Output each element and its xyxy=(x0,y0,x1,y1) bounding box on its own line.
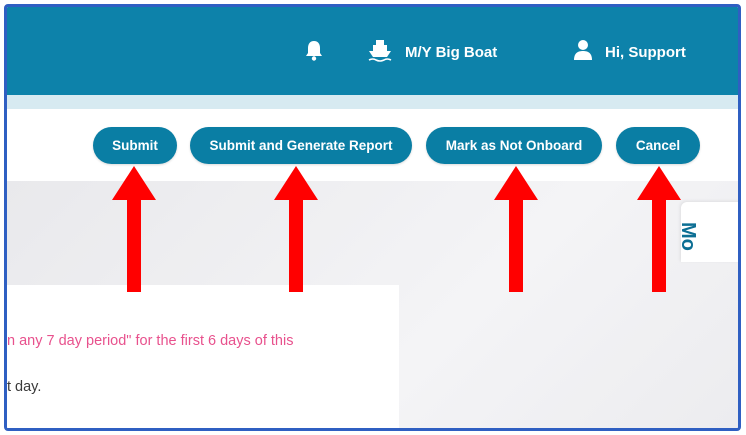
submit-and-generate-report-button[interactable]: Submit and Generate Report xyxy=(190,127,412,164)
annotation-arrow-generate-report xyxy=(274,166,318,292)
vessel-selector[interactable]: M/Y Big Boat xyxy=(367,37,497,67)
bell-icon xyxy=(304,39,324,65)
vessel-name: M/Y Big Boat xyxy=(405,43,498,61)
mark-as-not-onboard-button[interactable]: Mark as Not Onboard xyxy=(426,127,602,164)
annotation-arrow-submit xyxy=(112,166,156,292)
annotation-arrow-cancel xyxy=(637,166,681,292)
day-note-text: t day. xyxy=(7,379,42,395)
user-icon xyxy=(573,39,593,65)
user-menu[interactable]: Hi, Support xyxy=(573,37,686,67)
notifications-button[interactable] xyxy=(304,37,324,67)
ship-icon xyxy=(367,38,393,66)
rest-rule-text: n any 7 day period" for the first 6 days… xyxy=(7,333,294,349)
side-panel-tab[interactable]: Mo xyxy=(677,202,738,262)
submit-button[interactable]: Submit xyxy=(93,127,177,164)
cancel-button[interactable]: Cancel xyxy=(616,127,700,164)
annotation-arrow-not-onboard xyxy=(494,166,538,292)
user-greeting: Hi, Support xyxy=(605,43,686,61)
app-header: M/Y Big Boat Hi, Support xyxy=(7,7,738,109)
rules-card: n any 7 day period" for the first 6 days… xyxy=(7,285,399,428)
screenshot-frame: M/Y Big Boat Hi, Support Submit Submit a… xyxy=(4,4,741,431)
